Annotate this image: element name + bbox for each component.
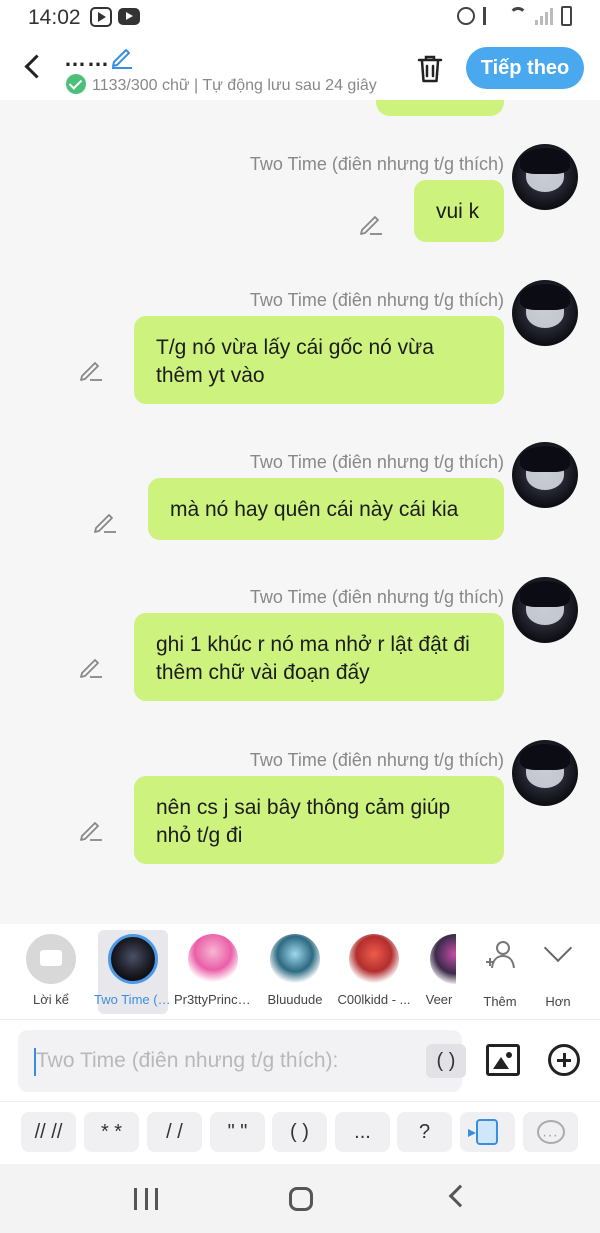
narrator-icon: [26, 934, 76, 984]
add-character-button[interactable]: Thêm: [472, 934, 528, 1012]
chevron-down-icon: [543, 933, 573, 963]
chat-dots-icon: [537, 1116, 565, 1156]
avatar[interactable]: [512, 442, 578, 508]
format-button-slash[interactable]: / /: [147, 1112, 202, 1152]
avatar: [108, 934, 158, 984]
character-bluudude[interactable]: Bluudude: [260, 930, 330, 1014]
add-character-label: Thêm: [483, 994, 517, 1009]
format-button-double-slash[interactable]: // //: [21, 1112, 76, 1152]
avatar: [188, 934, 238, 984]
word-count-text: 1133/300 chữ | Tự động lưu sau 24 giây: [92, 77, 377, 94]
status-bar: 14:02: [0, 0, 600, 36]
format-button-ellipsis[interactable]: ...: [335, 1112, 390, 1152]
recents-icon[interactable]: [134, 1188, 158, 1210]
character-two-time[interactable]: Two Time (điên nhưng t/g thích): [94, 930, 172, 1014]
character-bar: Lời kể Two Time (điên nhưng t/g thích) P…: [0, 924, 600, 1020]
story-title[interactable]: ……: [64, 46, 110, 72]
status-time: 14:02: [28, 6, 81, 29]
sender-name: Two Time (điên nhưng t/g thích): [249, 587, 504, 607]
message-bubble[interactable]: ghi 1 khúc r nó ma nhở r lật đật đi thêm…: [134, 613, 504, 701]
edit-icon[interactable]: [358, 210, 384, 236]
message-input-box[interactable]: ( ): [18, 1030, 466, 1092]
format-button-question[interactable]: ?: [397, 1112, 452, 1152]
check-icon: [66, 74, 86, 94]
nav-back-icon[interactable]: [448, 1184, 472, 1208]
alarm-icon: [457, 7, 475, 25]
character-label: Two Time (điên nhưng t/g thích): [94, 992, 172, 1007]
edit-icon[interactable]: [78, 816, 104, 842]
message-bubble[interactable]: T/g nó vừa lấy cái gốc nó vừa thêm yt và…: [134, 316, 504, 404]
system-nav-bar: [0, 1164, 600, 1233]
edit-icon[interactable]: [78, 653, 104, 679]
sender-name: Two Time (điên nhưng t/g thích): [249, 452, 504, 472]
avatar: [430, 934, 456, 984]
character-pr3ttyprincess[interactable]: Pr3ttyPrincess: [174, 930, 252, 1014]
youtube-icon: [118, 8, 140, 25]
message-bubble[interactable]: mà nó hay quên cái này cái kia: [148, 478, 504, 540]
character-label: C00lkidd - ...: [337, 992, 411, 1007]
message-input[interactable]: [36, 1042, 396, 1080]
home-icon[interactable]: [289, 1187, 313, 1211]
status-icons: [457, 6, 572, 26]
character-label: Veer: [425, 992, 453, 1007]
character-label: Lời kể: [33, 992, 69, 1007]
character-veer[interactable]: Veer: [420, 930, 456, 1014]
pen-icon[interactable]: [108, 42, 136, 70]
message-bubble-partial[interactable]: [376, 100, 504, 116]
image-icon[interactable]: [486, 1044, 520, 1076]
avatar[interactable]: [512, 144, 578, 210]
phone-button[interactable]: [460, 1112, 515, 1152]
avatar: [349, 934, 399, 984]
edit-icon[interactable]: [78, 356, 104, 382]
character-label: Pr3ttyPrincess: [174, 992, 252, 1007]
quick-format-bar: // // * * / / " " ( ) ... ?: [0, 1102, 600, 1164]
screen-recorder-icon: [90, 7, 112, 27]
battery-icon: [561, 6, 572, 26]
message-bubble[interactable]: nên cs j sai bây thông cảm giúp nhỏ t/g …: [134, 776, 504, 864]
character-c00lkidd[interactable]: C00lkidd - ...: [338, 930, 410, 1014]
avatar[interactable]: [512, 740, 578, 806]
format-button-asterisk[interactable]: * *: [84, 1112, 139, 1152]
sender-name: Two Time (điên nhưng t/g thích): [249, 290, 504, 310]
mute-icon: [483, 7, 501, 25]
avatar[interactable]: [512, 280, 578, 346]
character-label: Bluudude: [267, 992, 323, 1007]
parentheses-button[interactable]: ( ): [426, 1044, 466, 1078]
format-button-quotes[interactable]: " ": [210, 1112, 265, 1152]
trash-icon[interactable]: [416, 54, 444, 84]
plus-icon[interactable]: [548, 1044, 580, 1076]
format-button-parentheses[interactable]: ( ): [272, 1112, 327, 1152]
edit-icon[interactable]: [92, 508, 118, 534]
chat-dots-button[interactable]: [523, 1112, 578, 1156]
expand-characters-button[interactable]: Hơn: [530, 933, 586, 1012]
wifi-icon: [509, 7, 527, 25]
sender-name: Two Time (điên nhưng t/g thích): [249, 750, 504, 770]
expand-label: Hơn: [545, 994, 571, 1009]
add-character-icon: [486, 941, 515, 969]
back-icon[interactable]: [22, 52, 44, 80]
avatar: [270, 934, 320, 984]
next-button[interactable]: Tiếp theo: [466, 47, 584, 89]
editor-header: …… 1133/300 chữ | Tự động lưu sau 24 giâ…: [0, 36, 600, 100]
chat-area[interactable]: Two Time (điên nhưng t/g thích) vui k Tw…: [0, 100, 600, 924]
character-narrator[interactable]: Lời kể: [16, 930, 86, 1014]
phone-icon: [468, 1119, 498, 1145]
message-bubble[interactable]: vui k: [414, 180, 504, 242]
word-count-status: 1133/300 chữ | Tự động lưu sau 24 giây: [66, 74, 396, 96]
composer: ( ): [0, 1020, 600, 1102]
avatar[interactable]: [512, 577, 578, 643]
signal-icon: [535, 7, 553, 25]
sender-name: Two Time (điên nhưng t/g thích): [249, 154, 504, 174]
